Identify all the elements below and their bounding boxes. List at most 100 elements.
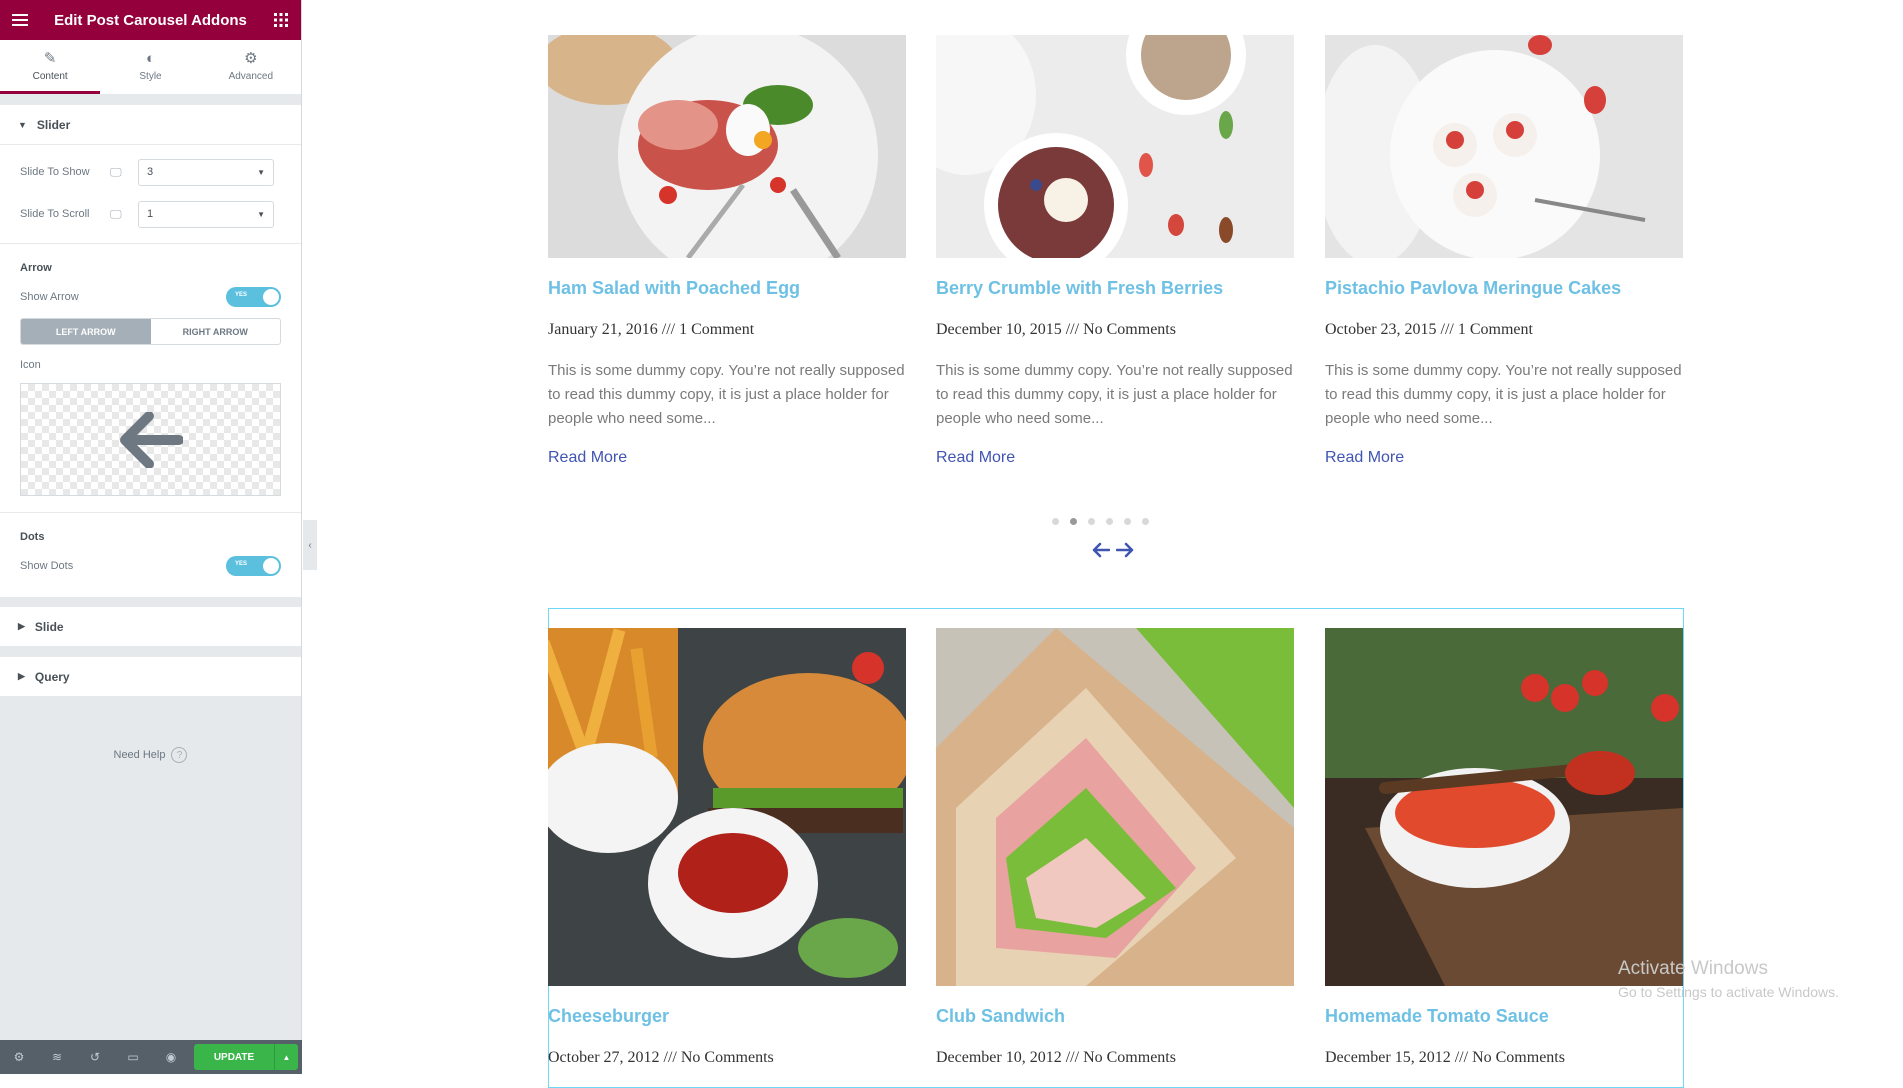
update-button[interactable]: UPDATE: [194, 1044, 274, 1070]
left-arrow-tab[interactable]: LEFT ARROW: [21, 319, 151, 344]
editor-footer: ⚙ ≋ ↺ ▭ ◉ UPDATE ▲: [0, 1040, 302, 1074]
editor-title: Edit Post Carousel Addons: [54, 11, 247, 29]
carousel-dot[interactable]: [1124, 518, 1131, 525]
section-query-header[interactable]: ▶ Query: [0, 657, 301, 697]
control-label: Show Arrow: [20, 291, 79, 303]
windows-activation-watermark: Activate Windows Go to Settings to activ…: [1618, 958, 1839, 1000]
chevron-down-icon: ▼: [257, 167, 265, 177]
collapse-panel-button[interactable]: ‹: [303, 520, 317, 570]
post-card: Ham Salad with Poached Egg January 21, 2…: [548, 35, 906, 467]
navigator-button[interactable]: ≋: [38, 1040, 76, 1074]
show-dots-toggle[interactable]: YES: [226, 556, 281, 576]
hamburger-menu-button[interactable]: [0, 0, 40, 40]
slide-to-scroll-control: Slide To Scroll 🖵 1 ▼: [0, 193, 301, 235]
post-image[interactable]: [1325, 35, 1683, 258]
arrow-left-icon: [1092, 542, 1111, 558]
carousel-dot[interactable]: [1106, 518, 1113, 525]
post-card: Pistachio Pavlova Meringue Cakes October…: [1325, 35, 1683, 467]
caret-right-icon: ▶: [18, 671, 25, 681]
post-image[interactable]: [936, 35, 1294, 258]
section-label: Query: [34, 669, 70, 684]
grid-icon: [274, 13, 288, 27]
post-card: Cheeseburger October 27, 2012 /// No Com…: [548, 628, 906, 1067]
slide-to-show-select[interactable]: 3 ▼: [138, 158, 274, 186]
select-value: 1: [147, 208, 154, 220]
prev-arrow-button[interactable]: [1092, 542, 1111, 563]
settings-button[interactable]: ⚙: [0, 1040, 38, 1074]
carousel-dot[interactable]: [1052, 518, 1059, 525]
read-more-link[interactable]: Read More: [936, 449, 1015, 467]
tab-style[interactable]: ◐ Style: [100, 40, 200, 94]
editor-panel: Edit Post Carousel Addons ✎ Content ◐ St…: [0, 0, 302, 1074]
berry-crumble-image: [936, 35, 1294, 258]
slide-to-show-control: Slide To Show 🖵 3 ▼: [0, 151, 301, 193]
responsive-mode-button[interactable]: ▭: [114, 1040, 152, 1074]
post-title[interactable]: Berry Crumble with Fresh Berries: [936, 278, 1294, 299]
post-image[interactable]: [548, 35, 906, 258]
post-title[interactable]: Cheeseburger: [548, 1006, 906, 1027]
control-label: Slide To Scroll: [20, 208, 90, 220]
desktop-icon[interactable]: 🖵: [110, 165, 138, 180]
post-card: Club Sandwich December 10, 2012 /// No C…: [936, 628, 1294, 1067]
tab-advanced[interactable]: ⚙ Advanced: [201, 40, 301, 94]
next-arrow-button[interactable]: [1115, 542, 1134, 563]
history-button[interactable]: ↺: [76, 1040, 114, 1074]
post-title[interactable]: Ham Salad with Poached Egg: [548, 278, 906, 299]
watermark-line-2: Go to Settings to activate Windows.: [1618, 984, 1839, 1000]
right-arrow-tab[interactable]: RIGHT ARROW: [151, 319, 281, 344]
need-help-label: Need Help: [113, 749, 166, 761]
update-options-button[interactable]: ▲: [274, 1044, 298, 1070]
need-help-link[interactable]: Need Help ?: [0, 747, 301, 763]
widgets-grid-button[interactable]: [261, 0, 301, 40]
arrow-heading: Arrow: [20, 262, 52, 274]
tab-label: Style: [139, 70, 162, 82]
editor-header: Edit Post Carousel Addons: [0, 0, 301, 40]
tab-label: Content: [32, 71, 68, 82]
show-arrow-control: Show Arrow YES: [0, 280, 301, 314]
arrow-direction-tabs: LEFT ARROW RIGHT ARROW: [20, 318, 281, 345]
read-more-link[interactable]: Read More: [1325, 449, 1404, 467]
caret-down-icon: ▼: [18, 119, 27, 130]
icon-picker[interactable]: [20, 383, 281, 496]
arrow-right-icon: [1115, 542, 1134, 558]
carousel-dot[interactable]: [1142, 518, 1149, 525]
slider-section-body: Slide To Show 🖵 3 ▼ Slide To Scroll 🖵 1 …: [0, 145, 301, 597]
show-arrow-toggle[interactable]: YES: [226, 287, 281, 307]
post-image[interactable]: [1325, 628, 1683, 986]
pencil-icon: ✎: [43, 50, 57, 67]
preview-button[interactable]: ◉: [152, 1040, 190, 1074]
section-slider-header[interactable]: ▼ Slider: [0, 105, 301, 145]
post-title[interactable]: Club Sandwich: [936, 1006, 1294, 1027]
dots-heading: Dots: [20, 531, 45, 543]
tab-label: Advanced: [228, 71, 274, 82]
carousel-dot-active[interactable]: [1070, 518, 1077, 525]
post-excerpt: This is some dummy copy. You’re not real…: [548, 362, 905, 427]
toggle-text: YES: [235, 561, 248, 567]
carousel-dot[interactable]: [1088, 518, 1095, 525]
post-meta: December 15, 2012 /// No Comments: [1325, 1049, 1565, 1066]
post-title[interactable]: Pistachio Pavlova Meringue Cakes: [1325, 278, 1683, 299]
post-excerpt: This is some dummy copy. You’re not real…: [1325, 362, 1682, 427]
section-label: Slider: [36, 117, 71, 132]
control-label: Slide To Show: [20, 166, 90, 178]
panel-tabs: ✎ Content ◐ Style ⚙ Advanced: [0, 40, 301, 95]
section-label: Slide: [34, 619, 64, 634]
tab-content[interactable]: ✎ Content: [0, 40, 101, 94]
history-icon: ↺: [89, 1050, 101, 1064]
section-slide-header[interactable]: ▶ Slide: [0, 607, 301, 647]
read-more-link[interactable]: Read More: [548, 449, 627, 467]
toggle-knob: [263, 558, 279, 574]
post-meta: October 23, 2015 /// 1 Comment: [1325, 321, 1533, 338]
post-image[interactable]: [936, 628, 1294, 986]
post-title[interactable]: Homemade Tomato Sauce: [1325, 1006, 1683, 1027]
post-image[interactable]: [548, 628, 906, 986]
desktop-icon[interactable]: 🖵: [110, 207, 138, 222]
slide-to-scroll-select[interactable]: 1 ▼: [138, 200, 274, 228]
post-meta: December 10, 2015 /// No Comments: [936, 321, 1176, 338]
arrow-left-icon: [119, 411, 183, 468]
carousel-dots: [1052, 518, 1149, 525]
eye-icon: ◉: [165, 1050, 177, 1064]
